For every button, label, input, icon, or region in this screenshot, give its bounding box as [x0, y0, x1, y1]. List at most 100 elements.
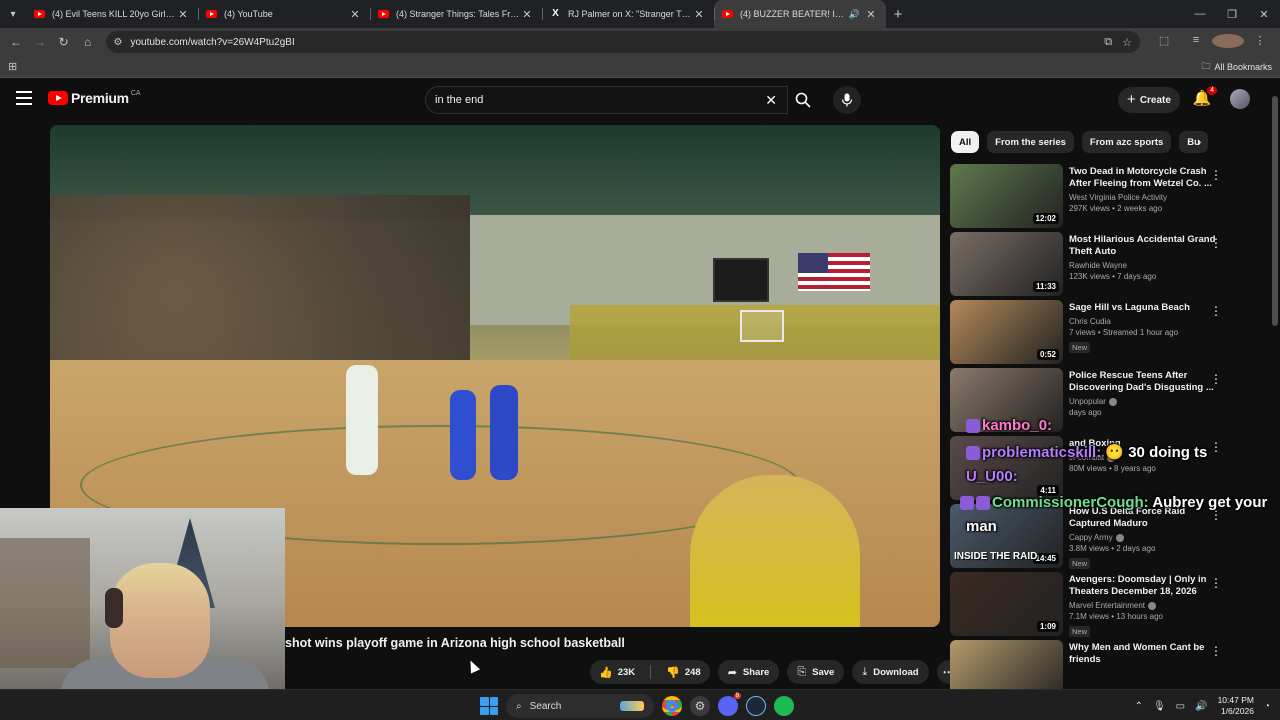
recommendation-item[interactable]: 12:02 Two Dead in Motorcycle Crash After …	[950, 164, 1270, 232]
restore-icon[interactable]: ❐	[1216, 8, 1248, 21]
url-field[interactable]: ⚙ youtube.com/watch?v=26W4Ptu2gBI ⧉ ☆	[105, 31, 1141, 53]
profile-icon[interactable]	[1212, 33, 1245, 51]
recommendation-title[interactable]: Why Men and Women Cant be friends	[1069, 642, 1219, 666]
site-info-icon[interactable]: ⚙	[114, 37, 123, 48]
chip-from-azc-sports[interactable]: From azc sports	[1081, 131, 1172, 153]
new-tab-button[interactable]: +	[886, 6, 910, 23]
scrollbar-thumb[interactable]	[1272, 96, 1278, 326]
recommendation-title[interactable]: Avengers: Doomsday | Only in Theaters De…	[1069, 574, 1219, 598]
chat-username: CommissionerCough:	[992, 494, 1149, 511]
like-button[interactable]: 👍 23K	[590, 660, 644, 684]
save-button[interactable]: ⎘ Save	[787, 660, 845, 684]
more-vertical-icon[interactable]: ⋮	[1210, 576, 1222, 590]
youtube-icon	[206, 10, 217, 18]
extensions-icon[interactable]: ⬚	[1148, 34, 1180, 51]
tab-search-icon[interactable]: ▾	[0, 0, 26, 28]
discord-icon[interactable]: 9	[718, 693, 741, 716]
recommendation-title[interactable]: Police Rescue Teens After Discovering Da…	[1069, 370, 1219, 394]
recommendation-item[interactable]: 11:33 Most Hilarious Accidental Grand The…	[950, 232, 1270, 300]
back-icon[interactable]: ←	[4, 35, 28, 49]
chevron-right-icon[interactable]: ›	[1197, 134, 1201, 149]
steam-icon[interactable]	[746, 696, 766, 716]
more-vertical-icon[interactable]: ⋮	[1210, 304, 1222, 318]
recommendation-title[interactable]: Two Dead in Motorcycle Crash After Fleei…	[1069, 166, 1219, 190]
taskbar-search[interactable]: ⌕ Search	[506, 694, 654, 718]
url-text: youtube.com/watch?v=26W4Ptu2gBI	[130, 36, 295, 48]
recommendation-item[interactable]: 0:52 Sage Hill vs Laguna Beach Chris Cudia…	[950, 300, 1270, 368]
browser-tab[interactable]: (4) Evil Teens KILL 20yo Girl For ✕	[26, 0, 198, 28]
video-thumbnail[interactable]: 11:33	[950, 232, 1063, 296]
account-avatar[interactable]	[1230, 89, 1250, 109]
video-thumbnail[interactable]: 1:09	[950, 572, 1063, 636]
display-icon[interactable]: ▭	[1176, 701, 1185, 712]
download-button[interactable]: ⤓ Download	[852, 660, 929, 684]
voice-search-button[interactable]	[833, 86, 861, 114]
chip-from-the-series[interactable]: From the series	[987, 131, 1074, 153]
recommendation-title[interactable]: Most Hilarious Accidental Grand Theft Au…	[1069, 234, 1219, 258]
bookmark-star-icon[interactable]: ☆	[1122, 36, 1132, 49]
recommendation-channel[interactable]: Unpopular	[1069, 397, 1219, 406]
more-vertical-icon[interactable]: ⋮	[1210, 168, 1222, 182]
dislike-button[interactable]: 👎 248	[657, 660, 710, 684]
notifications-button[interactable]: 🔔 4	[1192, 86, 1217, 109]
close-icon[interactable]: ✕	[864, 8, 878, 21]
recommendation-channel[interactable]: Cappy Army	[1069, 533, 1219, 542]
chip-partial[interactable]: Bu	[1179, 131, 1208, 153]
spotify-icon[interactable]	[774, 696, 794, 716]
recommendation-item[interactable]: 1:09 Avengers: Doomsday | Only in Theater…	[950, 572, 1270, 640]
install-app-icon[interactable]: ⧉	[1104, 36, 1112, 49]
video-thumbnail[interactable]: 12:02	[950, 164, 1063, 228]
microphone-icon[interactable]: 🎙	[1153, 701, 1166, 712]
media-controls-icon[interactable]: ≡	[1180, 34, 1212, 51]
notifications-center-icon[interactable]: ◔	[1264, 701, 1270, 712]
browser-tab-active[interactable]: (4) BUZZER BEATER! Incredi 🔊 ✕	[714, 0, 886, 28]
recommendation-channel[interactable]: Chris Cudia	[1069, 317, 1219, 326]
all-bookmarks-button[interactable]: 🗀 All Bookmarks	[1201, 59, 1272, 75]
create-button[interactable]: + Create	[1118, 87, 1180, 113]
windows-start-icon[interactable]	[480, 697, 498, 715]
browser-tab[interactable]: (4) YouTube ✕	[198, 0, 370, 28]
apps-grid-icon[interactable]: ⊞	[8, 60, 17, 73]
search-input[interactable]: in the end ✕	[425, 86, 788, 114]
youtube-premium-logo[interactable]: Premium CA	[48, 90, 141, 106]
close-icon[interactable]: ✕	[520, 8, 534, 21]
more-vertical-icon[interactable]: ⋮	[1210, 372, 1222, 386]
video-frame-fan	[690, 475, 860, 627]
settings-icon[interactable]: ⚙	[690, 696, 710, 716]
chat-message: kambo_0:	[966, 417, 1052, 434]
close-icon[interactable]: ✕	[348, 8, 362, 21]
close-window-icon[interactable]: ✕	[1248, 8, 1280, 21]
close-icon[interactable]: ✕	[692, 8, 706, 21]
forward-icon[interactable]: →	[28, 35, 52, 49]
recommendation-title[interactable]: Sage Hill vs Laguna Beach	[1069, 302, 1219, 314]
volume-icon[interactable]: 🔊	[1195, 701, 1207, 712]
more-vertical-icon[interactable]: ⋮	[1210, 440, 1222, 454]
chip-all[interactable]: All	[951, 131, 980, 153]
recommendation-channel[interactable]: West Virginia Police Activity	[1069, 193, 1219, 202]
search-button[interactable]	[787, 86, 819, 114]
audio-playing-icon[interactable]: 🔊	[849, 9, 860, 20]
minimize-icon[interactable]: —	[1184, 8, 1216, 21]
browser-tab[interactable]: X RJ Palmer on X: "Stranger Thing ✕	[542, 0, 714, 28]
recommendation-item[interactable]: 14:45 INSIDE THE RAID How U.S Delta Force …	[950, 504, 1270, 572]
browser-menu-icon[interactable]: ⋮	[1244, 34, 1276, 51]
video-thumbnail[interactable]: 0:52	[950, 300, 1063, 364]
page-scrollbar[interactable]	[1272, 84, 1278, 684]
clear-search-icon[interactable]: ✕	[765, 92, 777, 109]
close-icon[interactable]: ✕	[176, 8, 190, 21]
home-icon[interactable]: ⌂	[76, 35, 100, 49]
clock[interactable]: 10:47 PM 1/6/2026	[1218, 695, 1254, 717]
video-duration: 1:09	[1036, 621, 1059, 632]
chat-username: problematicskill:	[982, 444, 1102, 461]
browser-tab[interactable]: (4) Stranger Things: Tales From ✕	[370, 0, 542, 28]
menu-icon[interactable]	[16, 91, 32, 105]
reload-icon[interactable]: ↻	[52, 35, 76, 49]
chevron-up-icon[interactable]: ⌃	[1135, 701, 1143, 712]
video-thumbnail[interactable]: 14:45 INSIDE THE RAID	[950, 504, 1063, 568]
share-button[interactable]: ➦ Share	[717, 660, 780, 684]
more-vertical-icon[interactable]: ⋮	[1210, 236, 1222, 250]
recommendation-channel[interactable]: Marvel Entertainment	[1069, 601, 1219, 610]
more-vertical-icon[interactable]: ⋮	[1210, 644, 1222, 658]
recommendation-channel[interactable]: Rawhide Wayne	[1069, 261, 1219, 270]
chrome-icon[interactable]	[662, 696, 682, 716]
